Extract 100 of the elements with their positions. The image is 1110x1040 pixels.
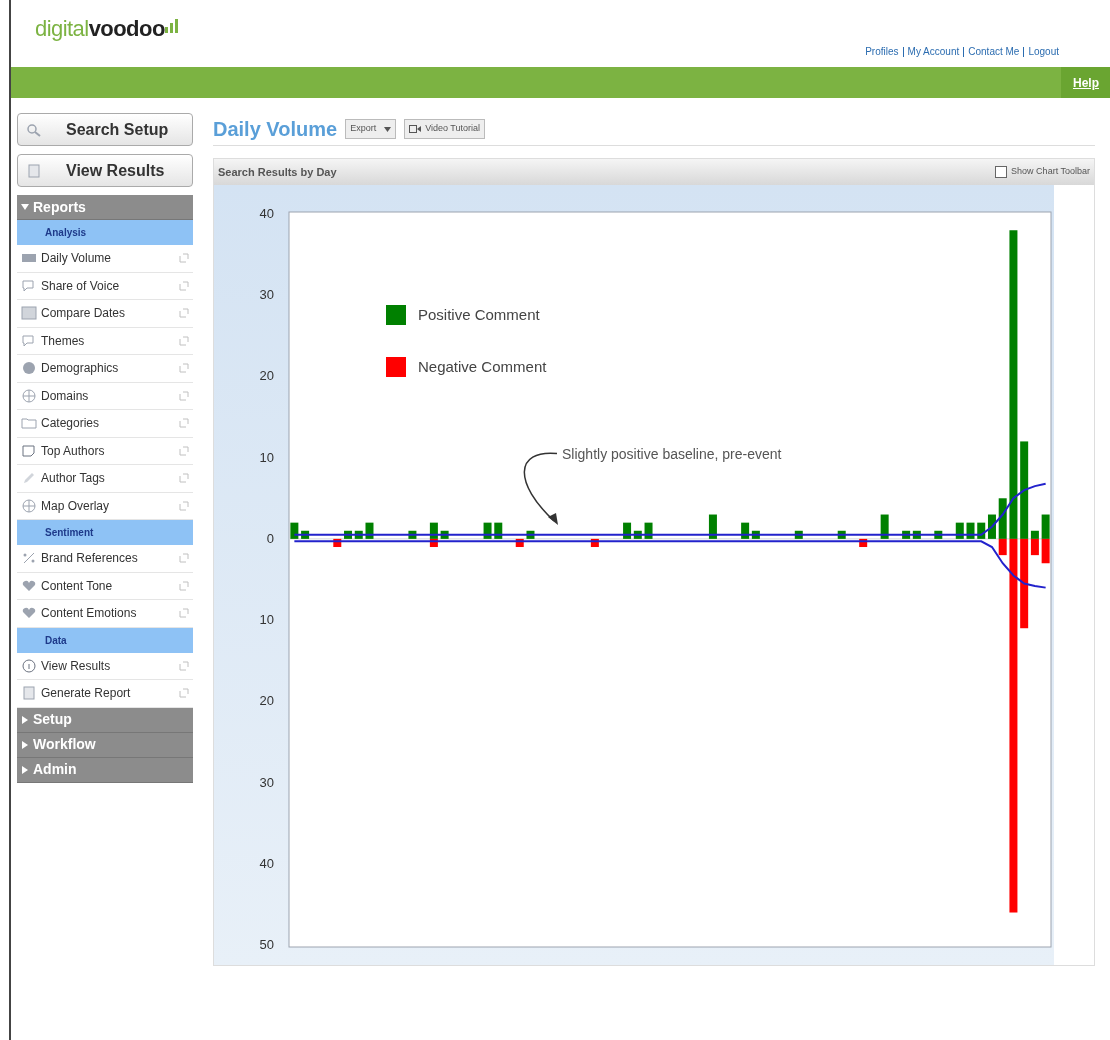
item-label: Generate Report [41, 685, 132, 703]
header-link[interactable]: Contact Me [963, 46, 1020, 57]
axis-tick-label: 20 [259, 368, 274, 384]
folder-icon [21, 416, 37, 431]
item-label: Top Authors [41, 442, 106, 460]
axis-tick-label: 50 [259, 937, 274, 952]
bar [934, 530, 943, 539]
item-label: Themes [41, 332, 86, 350]
bar [515, 538, 524, 547]
axis-tick-label: 30 [259, 774, 274, 790]
popout-icon [179, 363, 189, 374]
page-title: Daily Volume [213, 117, 338, 142]
item-label: Daily Volume [41, 250, 113, 268]
item-label: Demographics [41, 360, 120, 378]
pencil-icon [21, 471, 37, 486]
bar [902, 530, 911, 539]
item-label: Content Emotions [41, 605, 138, 623]
item-label: Domains [41, 387, 90, 405]
speech-bubble-icon [21, 278, 37, 293]
axis-tick-label: 10 [259, 612, 274, 628]
popout-icon [179, 308, 189, 319]
item-label: Categories [41, 415, 101, 433]
popout-icon [179, 580, 189, 591]
heart-icon [21, 606, 37, 621]
page-icon [26, 163, 42, 178]
camera-icon [409, 125, 422, 133]
popout-icon [179, 390, 189, 401]
bar [708, 514, 717, 539]
bar [526, 530, 535, 539]
axis-tick-label: 40 [259, 855, 274, 871]
item-label: Content Tone [41, 577, 114, 595]
popout-icon [179, 500, 189, 511]
logo: digitalvoodoo [35, 12, 179, 45]
bar [859, 538, 868, 547]
bar [344, 530, 353, 539]
globe-icon [21, 498, 37, 513]
header-link[interactable]: Profiles [865, 44, 899, 59]
signal-bars-icon [164, 19, 179, 33]
bar [1041, 538, 1050, 564]
item-label: Brand References [41, 550, 139, 568]
caret-icon [21, 740, 29, 749]
heart-icon [21, 578, 37, 593]
group-header: Sentiment [17, 520, 193, 545]
item-label: Author Tags [41, 470, 106, 488]
show-toolbar-checkbox[interactable]: Show Chart Toolbar [995, 165, 1090, 179]
caret-icon [21, 203, 29, 211]
video-tutorial-button[interactable]: Video Tutorial [404, 119, 485, 139]
bar [912, 530, 921, 539]
legend-label: Positive Comment [418, 306, 540, 323]
bar [644, 522, 653, 539]
popout-icon [179, 280, 189, 291]
axis-tick-label: 30 [259, 287, 274, 303]
sidebar-button[interactable]: Search Setup [17, 113, 193, 146]
info-icon [21, 658, 37, 673]
bar [354, 530, 363, 539]
axis-tick-label: 20 [259, 693, 274, 709]
item-label: View Results [41, 657, 112, 675]
legend-label: Negative Comment [418, 358, 547, 375]
header-link[interactable]: Logout [1023, 46, 1059, 57]
bar [590, 538, 599, 547]
popout-icon [179, 445, 189, 456]
bar [333, 538, 342, 547]
pie-chart-icon [21, 361, 37, 376]
bar [966, 522, 975, 539]
sidebar-button[interactable]: View Results [17, 154, 193, 187]
popout-icon [179, 553, 189, 564]
annotation-text: Slightly positive baseline, pre-event [562, 445, 782, 462]
bar [290, 522, 299, 539]
percent-icon [21, 551, 37, 566]
search-icon [26, 122, 42, 137]
axis-tick-label: 40 [259, 206, 274, 221]
popout-icon [179, 335, 189, 346]
axis-tick-label: 0 [266, 530, 274, 546]
popout-icon [179, 660, 189, 671]
bar [408, 530, 417, 539]
bar [365, 522, 374, 539]
bar [494, 522, 503, 539]
bar [794, 530, 803, 539]
item-label: Share of Voice [41, 277, 121, 295]
bar [440, 530, 449, 539]
globe-icon [21, 388, 37, 403]
popout-icon [179, 608, 189, 619]
note-icon [21, 443, 37, 458]
bar [483, 522, 492, 539]
panel-title: Search Results by Day [218, 164, 337, 180]
popout-icon [179, 418, 189, 429]
speech-bubble-icon [21, 333, 37, 348]
popout-icon [179, 473, 189, 484]
calendar-icon [21, 306, 37, 321]
export-dropdown[interactable]: Export [345, 119, 397, 139]
bar [880, 514, 889, 539]
bar [301, 530, 310, 539]
header-link[interactable]: My Account [902, 46, 960, 57]
axis-tick-label: 10 [259, 449, 274, 465]
bar [837, 530, 846, 539]
caret-icon [21, 715, 29, 724]
group-header: Analysis [17, 220, 193, 245]
popout-icon [179, 688, 189, 699]
page-icon [21, 686, 37, 701]
caret-icon [384, 126, 392, 132]
